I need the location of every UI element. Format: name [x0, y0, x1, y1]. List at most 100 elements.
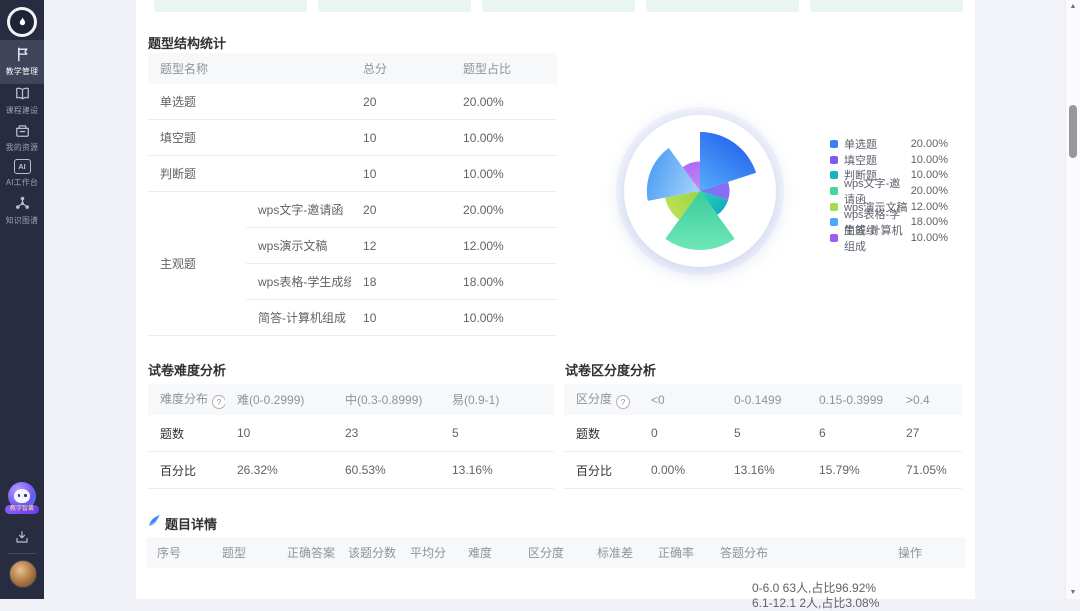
- legend-swatch: [830, 203, 838, 211]
- legend-item[interactable]: 单选题 20.00%: [830, 136, 948, 152]
- page-gutter: [975, 0, 1066, 599]
- cell-score: 18: [351, 264, 451, 300]
- scrollbar-thumb[interactable]: [1069, 105, 1077, 158]
- cell: 27: [894, 415, 962, 452]
- cell-name: 判断题: [148, 156, 351, 192]
- cell: 13.16%: [440, 452, 554, 489]
- details-header-row: 序号 题型 正确答案 该题分数 平均分 难度 区分度 标准差 正确率 答题分布 …: [146, 537, 966, 568]
- book-icon: [14, 85, 31, 102]
- row-label: 题数: [148, 415, 225, 452]
- cell-score: 10: [351, 156, 451, 192]
- help-icon[interactable]: ?: [212, 395, 225, 409]
- col-header: 操作: [887, 544, 966, 561]
- scrollbar[interactable]: ▲ ▼: [1065, 0, 1080, 599]
- legend-swatch: [830, 171, 838, 179]
- cell: 15.79%: [807, 452, 894, 489]
- table-row: 填空题 10 10.00%: [148, 120, 557, 156]
- cell: 71.05%: [894, 452, 962, 489]
- mascot-face-icon: [14, 489, 30, 503]
- col-header: 该题分数: [337, 544, 399, 561]
- distribution-line: 0-6.0 63人,占比96.92%: [752, 581, 879, 596]
- col-header: 难度分布?: [148, 384, 225, 415]
- cell-name: 单选题: [148, 84, 351, 120]
- col-header: 正确答案: [276, 544, 337, 561]
- sidebar-item-teaching[interactable]: 教学管理: [0, 40, 44, 84]
- col-header: 总分: [351, 53, 451, 84]
- sidebar-item-ai-workbench[interactable]: AI AI工作台: [0, 158, 44, 188]
- table-header-row: 区分度? <0 0-0.1499 0.15-0.3999 >0.4: [564, 384, 962, 415]
- sidebar-item-resources[interactable]: 我的资源: [0, 122, 44, 153]
- col-header: 区分度?: [564, 384, 639, 415]
- legend-value: 18.00%: [911, 216, 948, 228]
- difficulty-table: 难度分布? 难(0-0.2999) 中(0.3-0.8999) 易(0.9-1)…: [148, 384, 554, 489]
- legend-item[interactable]: 简答-计算机组成 10.00%: [830, 230, 948, 246]
- sidebar-item-label: 课程建设: [2, 104, 42, 115]
- app-logo[interactable]: [7, 7, 37, 37]
- structure-table: 题型名称 总分 题型占比 单选题 20 20.00% 填空题 10 10.00%…: [148, 53, 557, 336]
- flag-icon: [14, 46, 31, 63]
- scroll-up-icon[interactable]: ▲: [1066, 3, 1080, 10]
- col-header: 题型占比: [451, 53, 557, 84]
- legend-value: 10.00%: [911, 169, 948, 181]
- top-card-remnant: [482, 0, 635, 12]
- col-header: 标准差: [586, 544, 647, 561]
- table-row: 百分比 26.32% 60.53% 13.16%: [148, 452, 554, 489]
- chart-legend: 单选题 20.00% 填空题 10.00% 判断题 10.00% wps文字-邀…: [830, 136, 948, 246]
- col-header: <0: [639, 384, 722, 415]
- graph-icon: [14, 195, 31, 212]
- col-header: 答题分布: [709, 544, 887, 561]
- cell-score: 20: [351, 84, 451, 120]
- sidebar-divider: [8, 553, 36, 554]
- rose-chart[interactable]: [605, 96, 795, 286]
- legend-item[interactable]: wps文字-邀请函 20.00%: [830, 183, 948, 199]
- section-title-difficulty: 试卷难度分析: [148, 360, 226, 379]
- user-avatar[interactable]: [9, 560, 37, 588]
- cell-pct: 12.00%: [451, 228, 557, 264]
- legend-label: 填空题: [844, 152, 877, 168]
- cell-pct: 10.00%: [451, 156, 557, 192]
- legend-item[interactable]: 填空题 10.00%: [830, 152, 948, 168]
- cell-subname: wps文字-邀请函: [246, 192, 351, 228]
- main-content: 题型结构统计 题型名称 总分 题型占比 单选题 20 20.00% 填空题 10…: [136, 0, 975, 599]
- cell-score: 10: [351, 120, 451, 156]
- help-icon[interactable]: ?: [616, 395, 630, 409]
- legend-swatch: [830, 140, 838, 148]
- cell: 10: [225, 415, 333, 452]
- legend-swatch: [830, 218, 838, 226]
- scroll-down-icon[interactable]: ▼: [1066, 589, 1080, 596]
- legend-swatch: [830, 156, 838, 164]
- col-header: 平均分: [399, 544, 457, 561]
- row-label: 百分比: [148, 452, 225, 489]
- legend-swatch: [830, 187, 838, 195]
- section-feather-icon: [148, 514, 161, 527]
- assistant-badge: 教学智囊: [5, 505, 39, 514]
- cell-pct: 10.00%: [451, 300, 557, 336]
- table-header-row: 难度分布? 难(0-0.2999) 中(0.3-0.8999) 易(0.9-1): [148, 384, 554, 415]
- cell: 60.53%: [333, 452, 440, 489]
- col-header: 正确率: [647, 544, 709, 561]
- sidebar-item-label: AI工作台: [2, 176, 42, 187]
- col-header: 难(0-0.2999): [225, 384, 333, 415]
- sidebar-item-knowledge-graph[interactable]: 知识图谱: [0, 195, 44, 226]
- table-row: 单选题 20 20.00%: [148, 84, 557, 120]
- distribution-line: 6.1-12.1 2人,占比3.08%: [752, 596, 879, 611]
- toolbox-icon: [14, 122, 31, 139]
- section-title-details: 题目详情: [165, 514, 217, 533]
- cell-pct: 20.00%: [451, 192, 557, 228]
- top-card-remnant: [154, 0, 307, 12]
- table-row: 判断题 10 10.00%: [148, 156, 557, 192]
- top-card-remnant: [318, 0, 471, 12]
- table-row: 题数 0 5 6 27: [564, 415, 962, 452]
- cell: 26.32%: [225, 452, 333, 489]
- legend-value: 20.00%: [911, 138, 948, 150]
- cell: 5: [722, 415, 807, 452]
- sidebar: 教学管理 课程建设 我的资源 AI AI工作台 知识图谱 教学智囊: [0, 0, 44, 599]
- sidebar-item-course[interactable]: 课程建设: [0, 85, 44, 116]
- cell: 23: [333, 415, 440, 452]
- legend-label: 简答-计算机组成: [844, 222, 911, 254]
- cell: 0.00%: [639, 452, 722, 489]
- section-title-structure: 题型结构统计: [148, 33, 226, 52]
- cell-group-name: 主观题: [148, 192, 246, 336]
- cell-subname: wps演示文稿: [246, 228, 351, 264]
- download-icon[interactable]: [14, 529, 30, 545]
